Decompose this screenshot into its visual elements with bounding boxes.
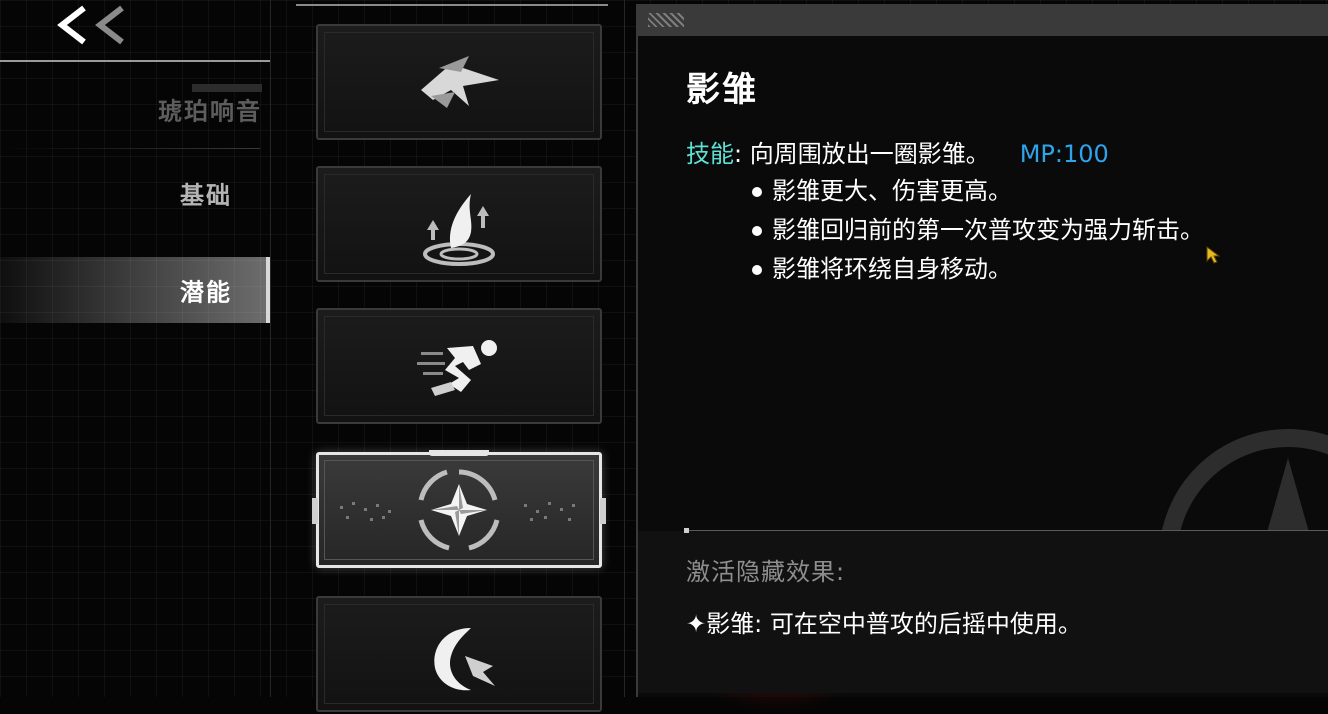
skill-line: 技能: 向周围放出一圈影雏。 MP:100 [686,134,1109,169]
shuriken-swirl-icon [418,469,500,551]
dash-arrow-icon [421,56,499,108]
potential-card-list [284,0,624,712]
effect-bullet: 影雏更大、伤害更高。 [748,172,1204,211]
hatch-pattern-icon [648,13,684,27]
potential-card-4-selected[interactable] [312,450,606,568]
mouse-cursor-icon [1206,246,1220,264]
tab-potential[interactable]: 潜能 [0,257,270,323]
tab-basic[interactable]: 基础 [0,160,270,226]
running-figure-icon [417,340,497,396]
double-chevron-left-icon [57,5,124,45]
tick-marks [524,502,575,521]
tab-label: 琥珀响音 [158,97,262,126]
effect-bullet: 影雏将环绕自身移动。 [748,250,1204,289]
section-separator [686,530,1328,531]
left-nav: 琥珀响音 基础 潜能 [0,0,270,697]
tick-marks [340,502,391,521]
skill-description: : 向周围放出一圈影雏。 [734,140,990,168]
tab-label: 基础 [180,181,232,210]
skill-key-label: 技能 [686,140,734,168]
effect-bullet: 影雏回归前的第一次普攻变为强力斩击。 [748,211,1204,250]
card-list-top-rule [296,4,608,6]
tab-amber-echo[interactable]: 琥珀响音 [0,76,270,142]
skill-title: 影雏 [686,70,758,110]
potential-card-2[interactable] [316,166,602,282]
leap-feather-icon [423,194,495,266]
back-button[interactable] [52,2,132,48]
effect-bullet-list: 影雏更大、伤害更高。 影雏回归前的第一次普攻变为强力斩击。 影雏将环绕自身移动。 [748,172,1204,289]
hidden-effect-label: 激活隐藏效果: [686,558,846,586]
column-divider [624,0,625,697]
separator-dot [684,528,689,533]
potential-card-3[interactable] [316,308,602,424]
tab-divider [0,148,260,149]
tab-label: 潜能 [180,278,232,307]
potential-card-1[interactable] [316,24,602,140]
potential-card-5[interactable] [316,596,602,712]
column-divider [270,0,271,697]
nav-top-rule [0,60,270,62]
detail-header-bar [638,4,1328,36]
hidden-effect-text: ✦影雏: 可在空中普攻的后摇中使用。 [686,610,1082,638]
crescent-slash-icon [434,628,495,691]
mp-cost: MP:100 [1019,140,1109,168]
